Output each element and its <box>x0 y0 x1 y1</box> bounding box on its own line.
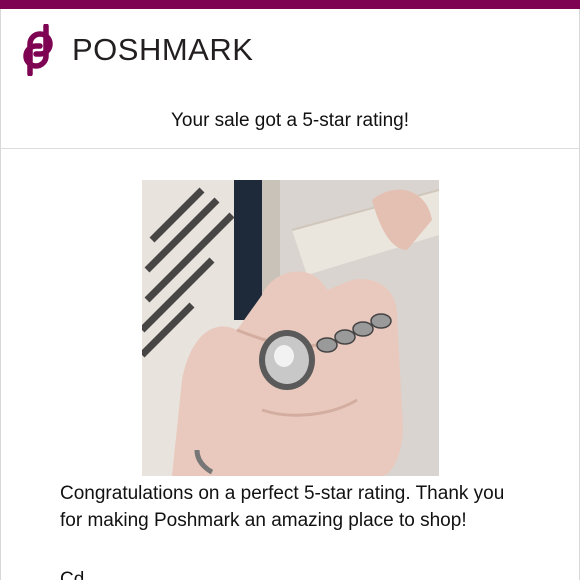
email-body-text: Congratulations on a perfect 5-star rati… <box>60 483 505 531</box>
email-headline: Your sale got a 5-star rating! <box>171 110 409 131</box>
poshmark-logo-icon <box>23 24 53 76</box>
brand-name: POSHMARK <box>72 32 254 67</box>
frame-border-left <box>0 9 1 580</box>
brand-top-bar <box>0 0 580 9</box>
email-signoff: Cd... <box>60 569 101 580</box>
header-divider <box>1 148 579 149</box>
email-page: POSHMARK Your sale got a 5-star rating! <box>0 0 580 580</box>
brand-logo[interactable]: POSHMARK <box>16 24 253 76</box>
product-photo[interactable] <box>142 180 439 476</box>
